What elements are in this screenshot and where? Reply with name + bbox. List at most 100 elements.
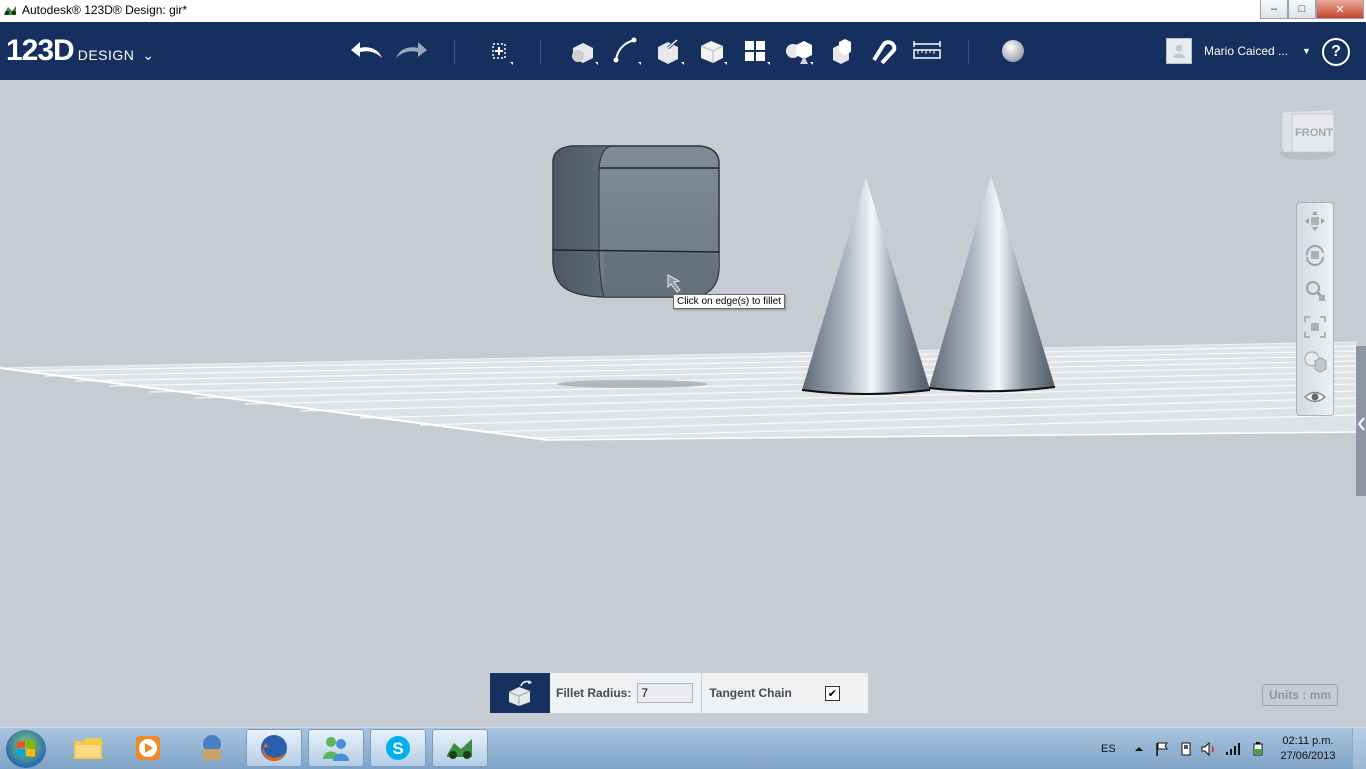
volume-icon[interactable]	[1200, 741, 1218, 757]
filleted-box[interactable]	[552, 145, 720, 298]
dropdown-arrow-icon[interactable]: ▼	[1302, 46, 1311, 56]
view-mode-button[interactable]	[1301, 347, 1329, 375]
taskbar-skype[interactable]: S	[370, 729, 426, 767]
primitives-icon	[572, 43, 598, 65]
visibility-button[interactable]	[1301, 383, 1329, 411]
logo-number: 123D	[6, 34, 75, 67]
measure-button[interactable]	[910, 34, 944, 68]
pan-icon	[1305, 211, 1325, 231]
app-icon	[4, 6, 16, 15]
construct-button[interactable]	[652, 34, 686, 68]
action-center-flag-icon[interactable]	[1154, 741, 1170, 757]
undo-button[interactable]	[350, 34, 384, 68]
user-name: Mario Caiced ...	[1204, 44, 1289, 58]
device-icon[interactable]	[1178, 741, 1194, 757]
toolbar-separator	[540, 40, 541, 64]
scene[interactable]	[0, 80, 1366, 727]
orbit-button[interactable]	[1301, 241, 1329, 269]
transform-icon	[492, 43, 513, 65]
box-shadow	[557, 380, 707, 388]
toolbar-separator	[968, 40, 969, 64]
tooltip: Click on edge(s) to fillet	[673, 294, 785, 309]
fillet-radius-input[interactable]	[637, 683, 694, 703]
avatar	[1166, 38, 1192, 64]
battery-icon[interactable]	[1248, 741, 1266, 757]
user-account-menu[interactable]: Mario Caiced ... ▼	[1166, 38, 1311, 64]
ground-grid	[0, 341, 1357, 441]
chevron-down-icon: ⌄	[142, 47, 155, 63]
cone-right[interactable]	[928, 176, 1056, 393]
transform-button[interactable]	[482, 34, 516, 68]
user-icon	[1173, 44, 1185, 58]
language-indicator[interactable]: ES	[1101, 743, 1116, 755]
checkmark-icon: ✔	[827, 687, 837, 700]
clock-time: 02:11 p.m.	[1282, 735, 1334, 747]
help-button[interactable]: ?	[1322, 38, 1350, 66]
combine-button[interactable]	[824, 34, 858, 68]
pattern-button[interactable]	[738, 34, 772, 68]
zoom-icon	[1306, 281, 1325, 301]
windows-logo-icon	[17, 740, 35, 757]
windows-taskbar: S ES 02:11 p.m. 27/06/2013	[0, 727, 1366, 769]
3d-viewport[interactable]: Click on edge(s) to fillet FRONT	[0, 80, 1366, 727]
orbit-icon	[1305, 244, 1324, 266]
system-clock[interactable]: 02:11 p.m. 27/06/2013	[1276, 734, 1340, 764]
logo-word: DESIGN	[77, 47, 135, 63]
windows-explorer-icon	[74, 738, 102, 759]
grouping-button[interactable]	[781, 34, 815, 68]
fillet-tool-button[interactable]	[490, 673, 550, 713]
panel-divider	[701, 673, 703, 713]
taskbar-123d[interactable]	[432, 729, 488, 767]
fit-icon	[1304, 316, 1326, 338]
ruler-icon	[913, 41, 941, 59]
taskbar-explorer[interactable]	[60, 729, 116, 767]
skype-icon: S	[386, 736, 410, 760]
tangent-chain-checkbox[interactable]: ✔	[824, 685, 840, 701]
material-button[interactable]	[996, 34, 1030, 68]
snap-button[interactable]	[867, 34, 901, 68]
eye-icon	[1303, 391, 1327, 403]
svg-text:S: S	[392, 739, 403, 758]
taskbar-messenger[interactable]	[308, 729, 364, 767]
sketch-button[interactable]	[609, 34, 643, 68]
units-button[interactable]: Units : mm	[1262, 684, 1338, 706]
fillet-icon	[508, 680, 532, 706]
close-button[interactable]: ✕	[1316, 0, 1364, 19]
taskbar-app[interactable]	[184, 729, 240, 767]
chevron-left-icon	[1357, 417, 1365, 431]
taskbar-media-player[interactable]	[120, 729, 176, 767]
taskbar-firefox[interactable]	[246, 729, 302, 767]
modify-icon	[700, 41, 727, 65]
fit-button[interactable]	[1301, 313, 1329, 341]
side-panel-toggle[interactable]	[1357, 414, 1366, 434]
pan-button[interactable]	[1301, 207, 1329, 235]
cone-left[interactable]	[801, 178, 931, 395]
combine-icon	[833, 39, 851, 64]
window-titlebar: Autodesk® 123D® Design: gir* – □ ✕	[0, 0, 1366, 23]
material-sphere-icon	[1002, 40, 1024, 62]
clock-date: 27/06/2013	[1280, 750, 1336, 762]
tray-expand-icon[interactable]	[1132, 742, 1146, 756]
pattern-icon	[745, 41, 770, 65]
network-signal-icon[interactable]	[1224, 741, 1242, 757]
redo-icon	[396, 42, 427, 58]
media-player-icon	[136, 736, 160, 760]
app-menu-button[interactable]: 123D DESIGN ⌄	[6, 34, 154, 68]
primitives-button[interactable]	[566, 34, 600, 68]
start-button[interactable]	[6, 730, 46, 768]
minimize-button[interactable]: –	[1260, 0, 1288, 19]
firefox-icon	[261, 735, 287, 762]
modify-button[interactable]	[695, 34, 729, 68]
zoom-button[interactable]	[1301, 277, 1329, 305]
fillet-panel: Fillet Radius: Tangent Chain ✔	[489, 672, 869, 714]
grouping-icon	[786, 41, 813, 65]
window-title: Autodesk® 123D® Design: gir*	[22, 3, 188, 17]
view-mode-icon	[1304, 351, 1327, 373]
view-cube[interactable]: FRONT	[1278, 106, 1338, 162]
messenger-icon	[323, 737, 349, 761]
maximize-button[interactable]: □	[1288, 0, 1316, 19]
construct-icon	[658, 38, 684, 65]
redo-button[interactable]	[394, 34, 428, 68]
undo-icon	[351, 42, 382, 58]
show-desktop-button[interactable]	[1352, 728, 1366, 769]
